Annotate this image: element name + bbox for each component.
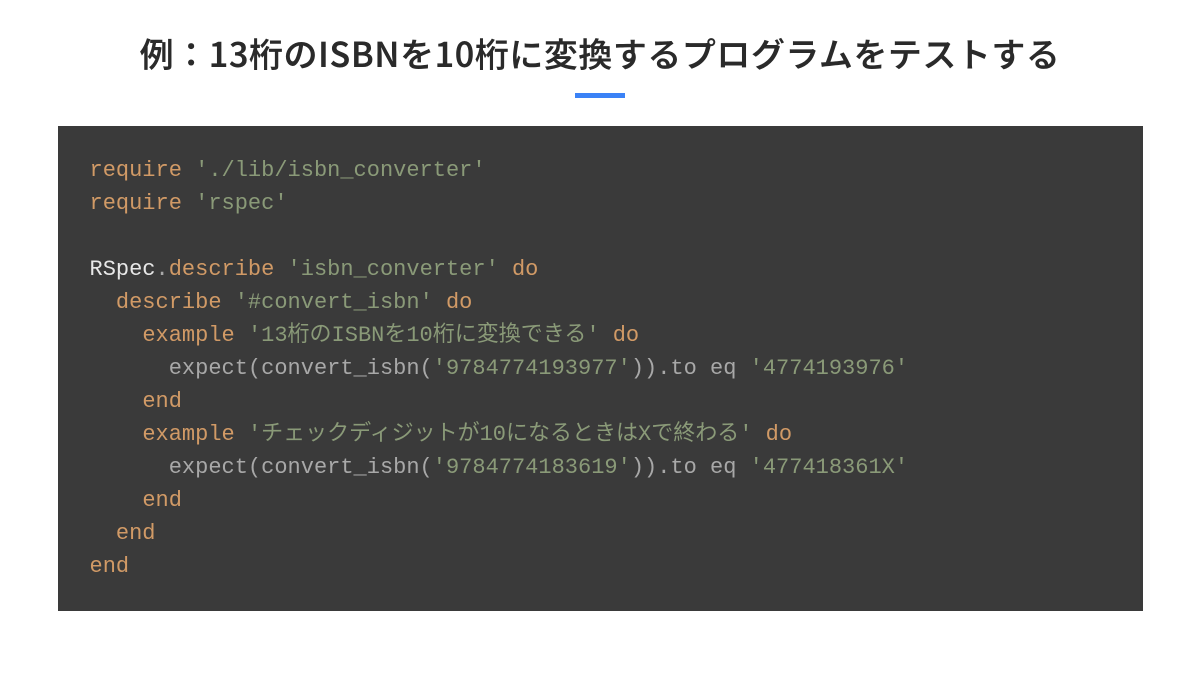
code-token xyxy=(182,158,195,183)
code-token: '4774193976' xyxy=(750,356,908,381)
code-token: do xyxy=(446,290,472,315)
code-token xyxy=(752,422,765,447)
code-token xyxy=(182,191,195,216)
code-block: require './lib/isbn_converter'require 'r… xyxy=(58,126,1143,611)
code-token xyxy=(235,323,248,348)
code-line: expect(convert_isbn('9784774193977')).to… xyxy=(90,352,1111,385)
code-token: . xyxy=(156,257,169,282)
code-token: '9784774183619' xyxy=(433,455,631,480)
code-token: end xyxy=(142,389,182,414)
code-token: 'rspec' xyxy=(195,191,287,216)
code-token: require xyxy=(90,191,182,216)
slide-title: 例：13桁のISBNを10桁に変換するプログラムをテストする xyxy=(140,28,1061,77)
code-token: '13桁のISBNを10桁に変換できる' xyxy=(248,323,600,348)
code-line: expect(convert_isbn('9784774183619')).to… xyxy=(90,451,1111,484)
code-token: end xyxy=(116,521,156,546)
code-token: expect(convert_isbn( xyxy=(169,356,433,381)
code-token: end xyxy=(142,488,182,513)
code-token: )).to eq xyxy=(631,356,750,381)
code-token: example xyxy=(142,323,234,348)
code-token: do xyxy=(766,422,792,447)
code-token: do xyxy=(512,257,538,282)
code-token xyxy=(499,257,512,282)
code-line xyxy=(90,220,1111,253)
code-line: end xyxy=(90,550,1111,583)
code-line: describe '#convert_isbn' do xyxy=(90,286,1111,319)
code-token xyxy=(235,422,248,447)
code-line: example '13桁のISBNを10桁に変換できる' do xyxy=(90,319,1111,352)
code-token: '#convert_isbn' xyxy=(235,290,433,315)
code-line: end xyxy=(90,517,1111,550)
code-token: '9784774193977' xyxy=(433,356,631,381)
code-line: RSpec.describe 'isbn_converter' do xyxy=(90,253,1111,286)
code-token: 'isbn_converter' xyxy=(288,257,499,282)
code-token: require xyxy=(90,158,182,183)
code-token: '477418361X' xyxy=(750,455,908,480)
code-line: example 'チェックディジットが10になるときはXで終わる' do xyxy=(90,418,1111,451)
code-token xyxy=(222,290,235,315)
code-token: RSpec xyxy=(90,257,156,282)
code-token: './lib/isbn_converter' xyxy=(195,158,485,183)
code-token: end xyxy=(90,554,130,579)
code-line: end xyxy=(90,484,1111,517)
code-token: do xyxy=(613,323,639,348)
title-underline xyxy=(575,93,625,98)
code-token: 'チェックディジットが10になるときはXで終わる' xyxy=(248,422,752,447)
code-token: describe xyxy=(116,290,222,315)
code-token: )).to eq xyxy=(631,455,750,480)
code-token xyxy=(600,323,613,348)
code-line: require './lib/isbn_converter' xyxy=(90,154,1111,187)
code-token xyxy=(274,257,287,282)
code-token: example xyxy=(142,422,234,447)
code-token xyxy=(433,290,446,315)
code-line: require 'rspec' xyxy=(90,187,1111,220)
code-token: describe xyxy=(169,257,275,282)
code-line: end xyxy=(90,385,1111,418)
code-token: expect(convert_isbn( xyxy=(169,455,433,480)
